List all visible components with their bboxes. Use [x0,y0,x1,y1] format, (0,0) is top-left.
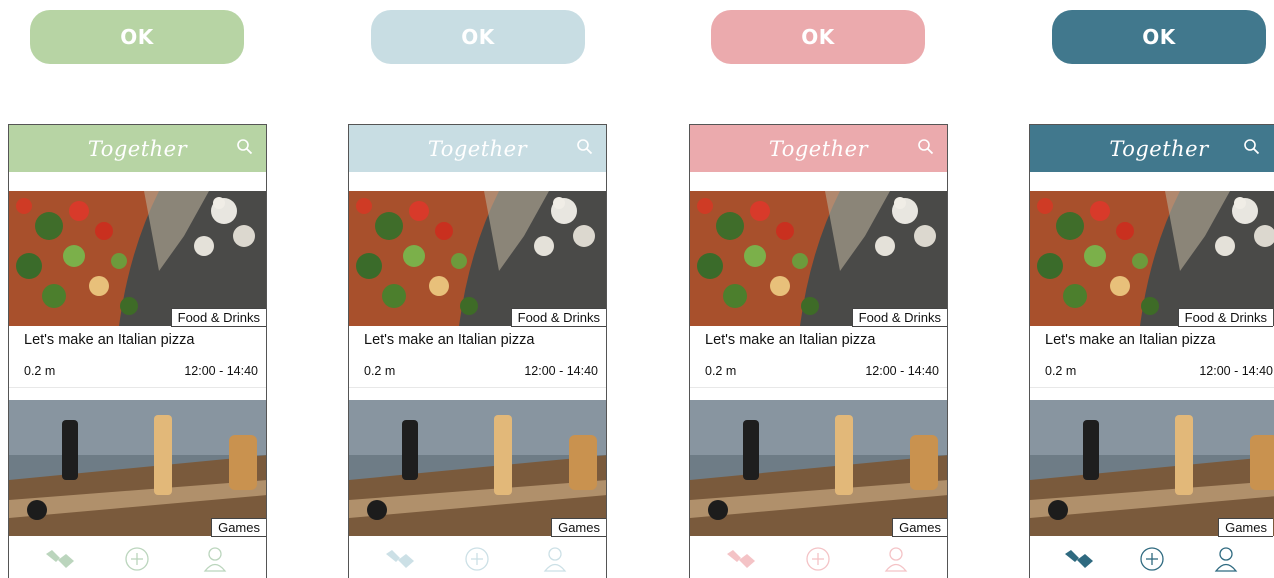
category-tag: Games [892,518,947,537]
app-bar: Together [690,125,947,172]
phone-mockup-pink: Together Food & Drinks Let's make an Ita… [689,124,948,578]
category-tag: Food & Drinks [851,308,947,327]
event-distance: 0.2 m [705,364,737,378]
search-icon[interactable] [236,138,254,156]
pizza-image[interactable] [9,191,266,326]
search-icon[interactable] [1243,138,1261,156]
phone-mockup-green: Together Food & Drinks Let's make an Ita… [8,124,267,578]
event-time: 12:00 - 14:40 [184,364,258,378]
app-bar: Together [1030,125,1274,172]
add-icon[interactable] [801,542,835,576]
app-bar: Together [9,125,266,172]
add-icon[interactable] [1135,542,1169,576]
tab-bar [1030,538,1274,578]
app-title: Together [427,136,528,161]
add-icon[interactable] [460,542,494,576]
chess-image[interactable] [1030,400,1274,536]
tab-bar [349,538,606,578]
ok-button-green[interactable]: OK [30,10,244,64]
ok-button-teal[interactable]: OK [1052,10,1266,64]
handshake-icon[interactable] [383,542,417,576]
event-meta: 0.2 m 12:00 - 14:40 [1045,364,1273,378]
pizza-image[interactable] [349,191,606,326]
event-title[interactable]: Let's make an Italian pizza [705,332,875,348]
event-meta: 0.2 m 12:00 - 14:40 [705,364,939,378]
card-divider [349,387,606,388]
app-title: Together [1109,136,1209,161]
category-tag: Games [1218,518,1273,537]
profile-icon[interactable] [538,542,572,576]
ok-button-pink[interactable]: OK [711,10,925,64]
category-tag: Food & Drinks [170,308,266,327]
add-icon[interactable] [120,542,154,576]
event-time: 12:00 - 14:40 [524,364,598,378]
event-meta: 0.2 m 12:00 - 14:40 [364,364,598,378]
pizza-image[interactable] [690,191,947,326]
event-title[interactable]: Let's make an Italian pizza [364,332,534,348]
pizza-image[interactable] [1030,191,1274,326]
handshake-icon[interactable] [43,542,77,576]
event-title[interactable]: Let's make an Italian pizza [24,332,194,348]
category-tag: Games [211,518,266,537]
chess-image[interactable] [9,400,266,536]
category-tag: Food & Drinks [1177,308,1273,327]
ok-button-lightblue[interactable]: OK [371,10,585,64]
chess-image[interactable] [349,400,606,536]
profile-icon[interactable] [198,542,232,576]
card-divider [9,387,266,388]
event-meta: 0.2 m 12:00 - 14:40 [24,364,258,378]
event-title[interactable]: Let's make an Italian pizza [1045,332,1215,348]
event-time: 12:00 - 14:40 [865,364,939,378]
event-time: 12:00 - 14:40 [1199,364,1273,378]
tab-bar [690,538,947,578]
event-distance: 0.2 m [24,364,56,378]
profile-icon[interactable] [1209,542,1243,576]
profile-icon[interactable] [879,542,913,576]
chess-image[interactable] [690,400,947,536]
phone-mockup-teal: Together Food & Drinks Let's make an Ita… [1029,124,1274,578]
card-divider [690,387,947,388]
tab-bar [9,538,266,578]
card-divider [1030,387,1274,388]
category-tag: Games [551,518,606,537]
app-title: Together [87,136,188,161]
event-distance: 0.2 m [1045,364,1077,378]
event-distance: 0.2 m [364,364,396,378]
search-icon[interactable] [917,138,935,156]
category-tag: Food & Drinks [510,308,606,327]
phone-mockup-lightblue: Together Food & Drinks Let's make an Ita… [348,124,607,578]
app-title: Together [768,136,869,161]
search-icon[interactable] [576,138,594,156]
handshake-icon[interactable] [724,542,758,576]
handshake-icon[interactable] [1062,542,1096,576]
app-bar: Together [349,125,606,172]
